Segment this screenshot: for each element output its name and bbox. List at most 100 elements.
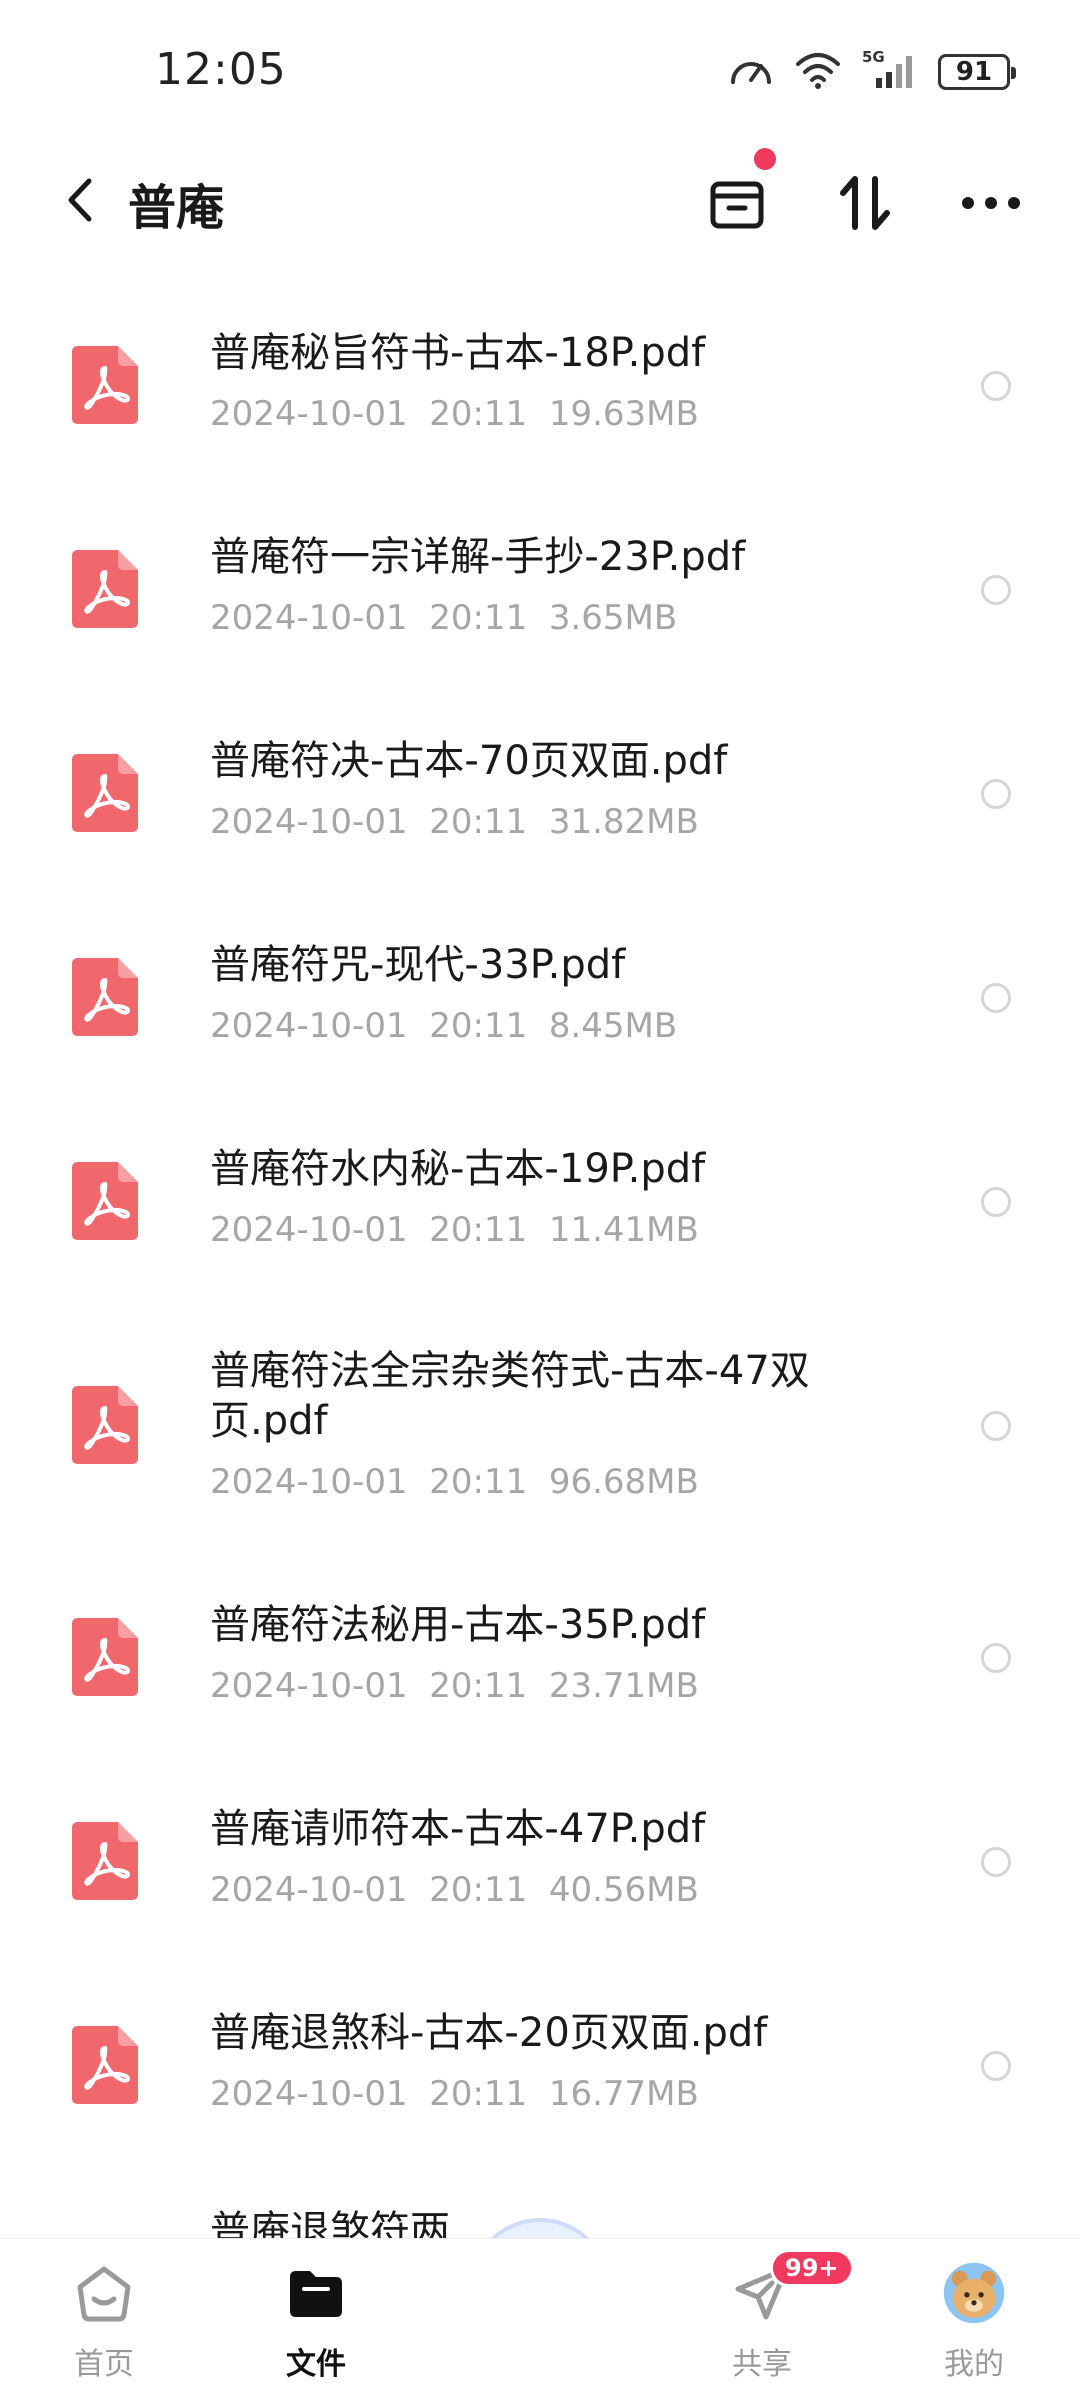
file-text: 普庵符一宗详解-手抄-23P.pdf 2024-10-01 20:11 3.65… [210, 532, 910, 638]
file-item[interactable]: 普庵符法全宗杂类符式-古本-47双页.pdf 2024-10-01 20:11 … [0, 1300, 1080, 1552]
file-name: 普庵秘旨符书-古本-18P.pdf [210, 330, 706, 376]
file-name: 普庵符水内秘-古本-19P.pdf [210, 1146, 706, 1192]
pdf-file-icon [72, 550, 138, 628]
select-checkbox[interactable] [981, 1643, 1011, 1673]
select-checkbox[interactable] [981, 779, 1011, 809]
wifi-icon [794, 50, 842, 94]
sort-button[interactable] [830, 168, 900, 238]
status-time: 12:05 [155, 44, 287, 95]
avatar-icon [942, 2261, 1006, 2325]
file-time: 20:11 [429, 394, 528, 434]
battery-level: 91 [955, 57, 993, 87]
pdf-file-icon [72, 1386, 138, 1464]
file-text: 普庵退煞科-古本-20页双面.pdf 2024-10-01 20:11 16.7… [210, 2008, 910, 2114]
nav-item-home[interactable]: 首页 [34, 2261, 174, 2383]
file-time: 20:11 [429, 1666, 528, 1706]
file-name: 普庵退煞科-古本-20页双面.pdf [210, 2010, 768, 2056]
pdf-file-icon [72, 346, 138, 424]
file-name: 普庵符决-古本-70页双面.pdf [210, 738, 728, 784]
file-size: 11.41MB [548, 1210, 699, 1250]
file-size: 31.82MB [548, 802, 699, 842]
nav-label: 首页 [74, 2347, 134, 2382]
file-time: 20:11 [429, 1870, 528, 1910]
more-icon [962, 197, 1020, 209]
back-button[interactable] [50, 170, 110, 230]
file-text: 普庵请师符本-古本-47P.pdf 2024-10-01 20:11 40.56… [210, 1804, 910, 1910]
file-name: 普庵符法全宗杂类符式-古本-47双页.pdf [210, 1348, 810, 1444]
home-icon [72, 2261, 136, 2325]
file-list: 普庵秘旨符书-古本-18P.pdf 2024-10-01 20:11 19.63… [0, 280, 1080, 2240]
folder-icon [284, 2261, 348, 2325]
select-checkbox[interactable] [981, 575, 1011, 605]
file-size: 19.63MB [548, 394, 699, 434]
file-meta: 2024-10-01 20:11 3.65MB [210, 598, 910, 638]
file-time: 20:11 [429, 802, 528, 842]
pdf-file-icon [72, 958, 138, 1036]
file-date: 2024-10-01 [210, 1666, 408, 1706]
select-checkbox[interactable] [981, 1847, 1011, 1877]
select-checkbox[interactable] [981, 1411, 1011, 1441]
file-item[interactable]: 普庵请师符本-古本-47P.pdf 2024-10-01 20:11 40.56… [0, 1756, 1080, 1960]
file-meta: 2024-10-01 20:11 16.77MB [210, 2074, 910, 2114]
file-name: 普庵符咒-现代-33P.pdf [210, 942, 626, 988]
chevron-left-icon [68, 178, 92, 222]
status-icons: 5G 91 [728, 48, 1016, 96]
file-item[interactable]: 普庵符一宗详解-手抄-23P.pdf 2024-10-01 20:11 3.65… [0, 484, 1080, 688]
file-time: 20:11 [429, 2074, 528, 2114]
file-item[interactable]: 普庵符咒-现代-33P.pdf 2024-10-01 20:11 8.45MB [0, 892, 1080, 1096]
file-item[interactable]: 普庵符法秘用-古本-35P.pdf 2024-10-01 20:11 23.71… [0, 1552, 1080, 1756]
file-meta: 2024-10-01 20:11 31.82MB [210, 802, 910, 842]
header: 普庵 [0, 140, 1080, 260]
file-date: 2024-10-01 [210, 598, 408, 638]
nav-item-profile[interactable]: 我的 [904, 2261, 1044, 2383]
select-checkbox[interactable] [981, 983, 1011, 1013]
notification-badge: 99+ [770, 2249, 854, 2287]
network-type-label: 5G [862, 48, 885, 66]
file-size: 40.56MB [548, 1870, 699, 1910]
file-item[interactable]: 普庵退煞科-古本-20页双面.pdf 2024-10-01 20:11 16.7… [0, 1960, 1080, 2164]
nav-label: 文件 [286, 2347, 346, 2382]
pdf-file-icon [72, 754, 138, 832]
file-time: 20:11 [429, 1006, 528, 1046]
sort-icon [840, 176, 890, 230]
file-size: 96.68MB [548, 1462, 699, 1502]
select-checkbox[interactable] [981, 371, 1011, 401]
file-date: 2024-10-01 [210, 1210, 408, 1250]
data-speed-icon [728, 50, 774, 94]
signal-5g-icon: 5G [862, 48, 918, 96]
file-size: 23.71MB [548, 1666, 699, 1706]
more-options-button[interactable] [956, 168, 1026, 238]
file-text: 普庵符水内秘-古本-19P.pdf 2024-10-01 20:11 11.41… [210, 1144, 910, 1250]
pdf-file-icon [72, 2026, 138, 2104]
notification-dot [754, 148, 776, 170]
file-size: 3.65MB [548, 598, 678, 638]
nav-item-share[interactable]: 99+ 共享 [692, 2249, 854, 2383]
file-date: 2024-10-01 [210, 394, 408, 434]
file-meta: 2024-10-01 20:11 8.45MB [210, 1006, 910, 1046]
pdf-file-icon [72, 1822, 138, 1900]
file-date: 2024-10-01 [210, 1462, 408, 1502]
file-date: 2024-10-01 [210, 2074, 408, 2114]
file-size: 16.77MB [548, 2074, 699, 2114]
file-meta: 2024-10-01 20:11 96.68MB [210, 1462, 860, 1502]
nav-item-files[interactable]: 文件 [246, 2261, 386, 2383]
share-icon: 99+ [730, 2249, 854, 2325]
file-name: 普庵请师符本-古本-47P.pdf [210, 1806, 706, 1852]
file-time: 20:11 [429, 598, 528, 638]
file-item[interactable]: 普庵秘旨符书-古本-18P.pdf 2024-10-01 20:11 19.63… [0, 280, 1080, 484]
file-item[interactable]: 普庵符水内秘-古本-19P.pdf 2024-10-01 20:11 11.41… [0, 1096, 1080, 1300]
file-size: 8.45MB [548, 1006, 678, 1046]
file-text: 普庵符法秘用-古本-35P.pdf 2024-10-01 20:11 23.71… [210, 1600, 910, 1706]
file-text: 普庵符法全宗杂类符式-古本-47双页.pdf 2024-10-01 20:11 … [210, 1346, 860, 1502]
file-meta: 2024-10-01 20:11 11.41MB [210, 1210, 910, 1250]
file-date: 2024-10-01 [210, 1870, 408, 1910]
file-meta: 2024-10-01 20:11 19.63MB [210, 394, 910, 434]
file-text: 普庵符咒-现代-33P.pdf 2024-10-01 20:11 8.45MB [210, 940, 910, 1046]
select-checkbox[interactable] [981, 2051, 1011, 2081]
file-item[interactable]: 普庵符决-古本-70页双面.pdf 2024-10-01 20:11 31.82… [0, 688, 1080, 892]
archive-button[interactable] [702, 148, 776, 238]
nav-label: 共享 [732, 2347, 792, 2382]
file-meta: 2024-10-01 20:11 23.71MB [210, 1666, 910, 1706]
battery-indicator: 91 [938, 54, 1016, 90]
select-checkbox[interactable] [981, 1187, 1011, 1217]
